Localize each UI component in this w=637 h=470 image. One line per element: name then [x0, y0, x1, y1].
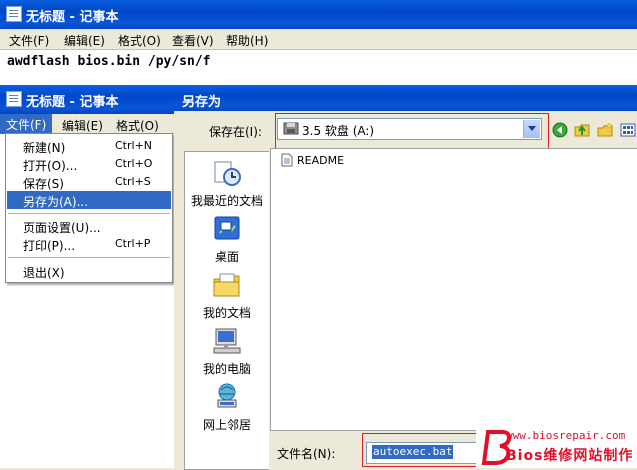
menu-item-label: 另存为(A)...: [23, 195, 89, 209]
main-window-title: 无标题 - 记事本: [26, 10, 119, 25]
file-list[interactable]: README: [270, 148, 637, 431]
view-menu-icon[interactable]: [620, 122, 636, 138]
dialog-titlebar[interactable]: 另存为: [174, 85, 637, 111]
menu-item-shortcut: Ctrl+O: [115, 157, 153, 170]
editor-text: awdflash bios.bin /py/sn/f: [7, 54, 211, 69]
desktop-icon: [214, 216, 240, 240]
menu-separator: [8, 257, 170, 258]
place-my-documents[interactable]: 我的文档: [185, 270, 269, 321]
main-window-titlebar[interactable]: 无标题 - 记事本: [0, 0, 637, 29]
menu-item-save[interactable]: 保存(S) Ctrl+S: [7, 173, 171, 191]
menu-item-exit[interactable]: 退出(X): [7, 262, 171, 280]
menu-format[interactable]: 格式(O): [118, 32, 161, 49]
menu-view[interactable]: 查看(V): [172, 32, 214, 49]
floppy-drive-icon: [283, 122, 299, 135]
menu-item-label: 打印(P)...: [23, 239, 76, 253]
recent-documents-icon: [214, 161, 241, 186]
menu-item-shortcut: Ctrl+N: [115, 139, 153, 152]
text-file-icon: [281, 153, 293, 167]
main-menubar: 文件(F) 编辑(E) 格式(O) 查看(V) 帮助(H): [0, 29, 637, 50]
watermark-url: www.biosrepair.com: [506, 429, 626, 442]
dialog-title: 另存为: [182, 95, 222, 110]
menu-item-page-setup[interactable]: 页面设置(U)...: [7, 217, 171, 235]
place-label: 我的电脑: [202, 362, 251, 376]
second-window-title: 无标题 - 记事本: [26, 95, 119, 110]
menu-item-label: 打开(O)...: [23, 159, 78, 173]
up-folder-icon[interactable]: [574, 122, 590, 138]
menu-item-label: 新建(N): [23, 141, 66, 155]
menu-item-open[interactable]: 打开(O)... Ctrl+O: [7, 155, 171, 173]
second-menubar: 文件(F) 编辑(E) 格式(O): [0, 114, 176, 134]
menu-item-save-as[interactable]: 另存为(A)...: [7, 191, 171, 209]
place-label: 桌面: [214, 250, 239, 264]
place-label: 网上邻居: [202, 418, 251, 432]
menu-edit[interactable]: 编辑(E): [64, 32, 105, 49]
place-label: 我最近的文档: [190, 194, 263, 208]
save-as-dialog: 另存为 保存在(I): 3.5 软盘 (A:) 我最近的文档 桌面 我的文档 我…: [174, 85, 637, 470]
filename-value: autoexec.bat: [372, 445, 454, 459]
menu-edit[interactable]: 编辑(E): [62, 117, 103, 134]
place-network[interactable]: 网上邻居: [185, 382, 269, 433]
site-watermark: www.biosrepair.com Bios维修网站制作: [476, 426, 637, 468]
menu-help[interactable]: 帮助(H): [226, 32, 268, 49]
second-window-titlebar[interactable]: 无标题 - 记事本: [0, 85, 176, 114]
menu-item-print[interactable]: 打印(P)... Ctrl+P: [7, 235, 171, 253]
notepad-icon: [6, 91, 22, 107]
back-icon[interactable]: [552, 122, 568, 138]
places-bar: 我最近的文档 桌面 我的文档 我的电脑 网上邻居: [184, 151, 269, 470]
place-my-computer[interactable]: 我的电脑: [185, 326, 269, 377]
menu-item-label: 页面设置(U)...: [23, 221, 101, 235]
file-menu-dropdown: 新建(N) Ctrl+N 打开(O)... Ctrl+O 保存(S) Ctrl+…: [5, 133, 173, 283]
save-in-label: 保存在(I):: [209, 125, 262, 139]
menu-item-shortcut: Ctrl+P: [115, 237, 151, 250]
save-in-combobox[interactable]: 3.5 软盘 (A:): [277, 118, 542, 140]
my-computer-icon: [213, 328, 241, 354]
menu-item-new[interactable]: 新建(N) Ctrl+N: [7, 137, 171, 155]
menu-file-open[interactable]: 文件(F): [0, 114, 53, 134]
notepad-icon: [6, 6, 22, 22]
network-places-icon: [217, 383, 237, 408]
save-in-value: 3.5 软盘 (A:): [302, 124, 375, 138]
menu-item-label: 退出(X): [23, 266, 65, 280]
new-folder-icon[interactable]: [597, 122, 613, 138]
filename-label: 文件名(N):: [277, 447, 336, 461]
menu-format[interactable]: 格式(O): [116, 117, 159, 134]
menu-file[interactable]: 文件(F): [9, 32, 49, 49]
menu-item-shortcut: Ctrl+S: [115, 175, 151, 188]
menu-separator: [8, 213, 170, 214]
menu-item-label: 保存(S): [23, 177, 64, 191]
place-desktop[interactable]: 桌面: [185, 214, 269, 265]
chevron-down-icon[interactable]: [523, 120, 540, 138]
watermark-brand: Bios维修网站制作: [506, 448, 634, 464]
file-name: README: [297, 154, 345, 167]
place-label: 我的文档: [202, 306, 251, 320]
my-documents-icon: [213, 273, 240, 297]
place-recent[interactable]: 我最近的文档: [185, 158, 269, 209]
